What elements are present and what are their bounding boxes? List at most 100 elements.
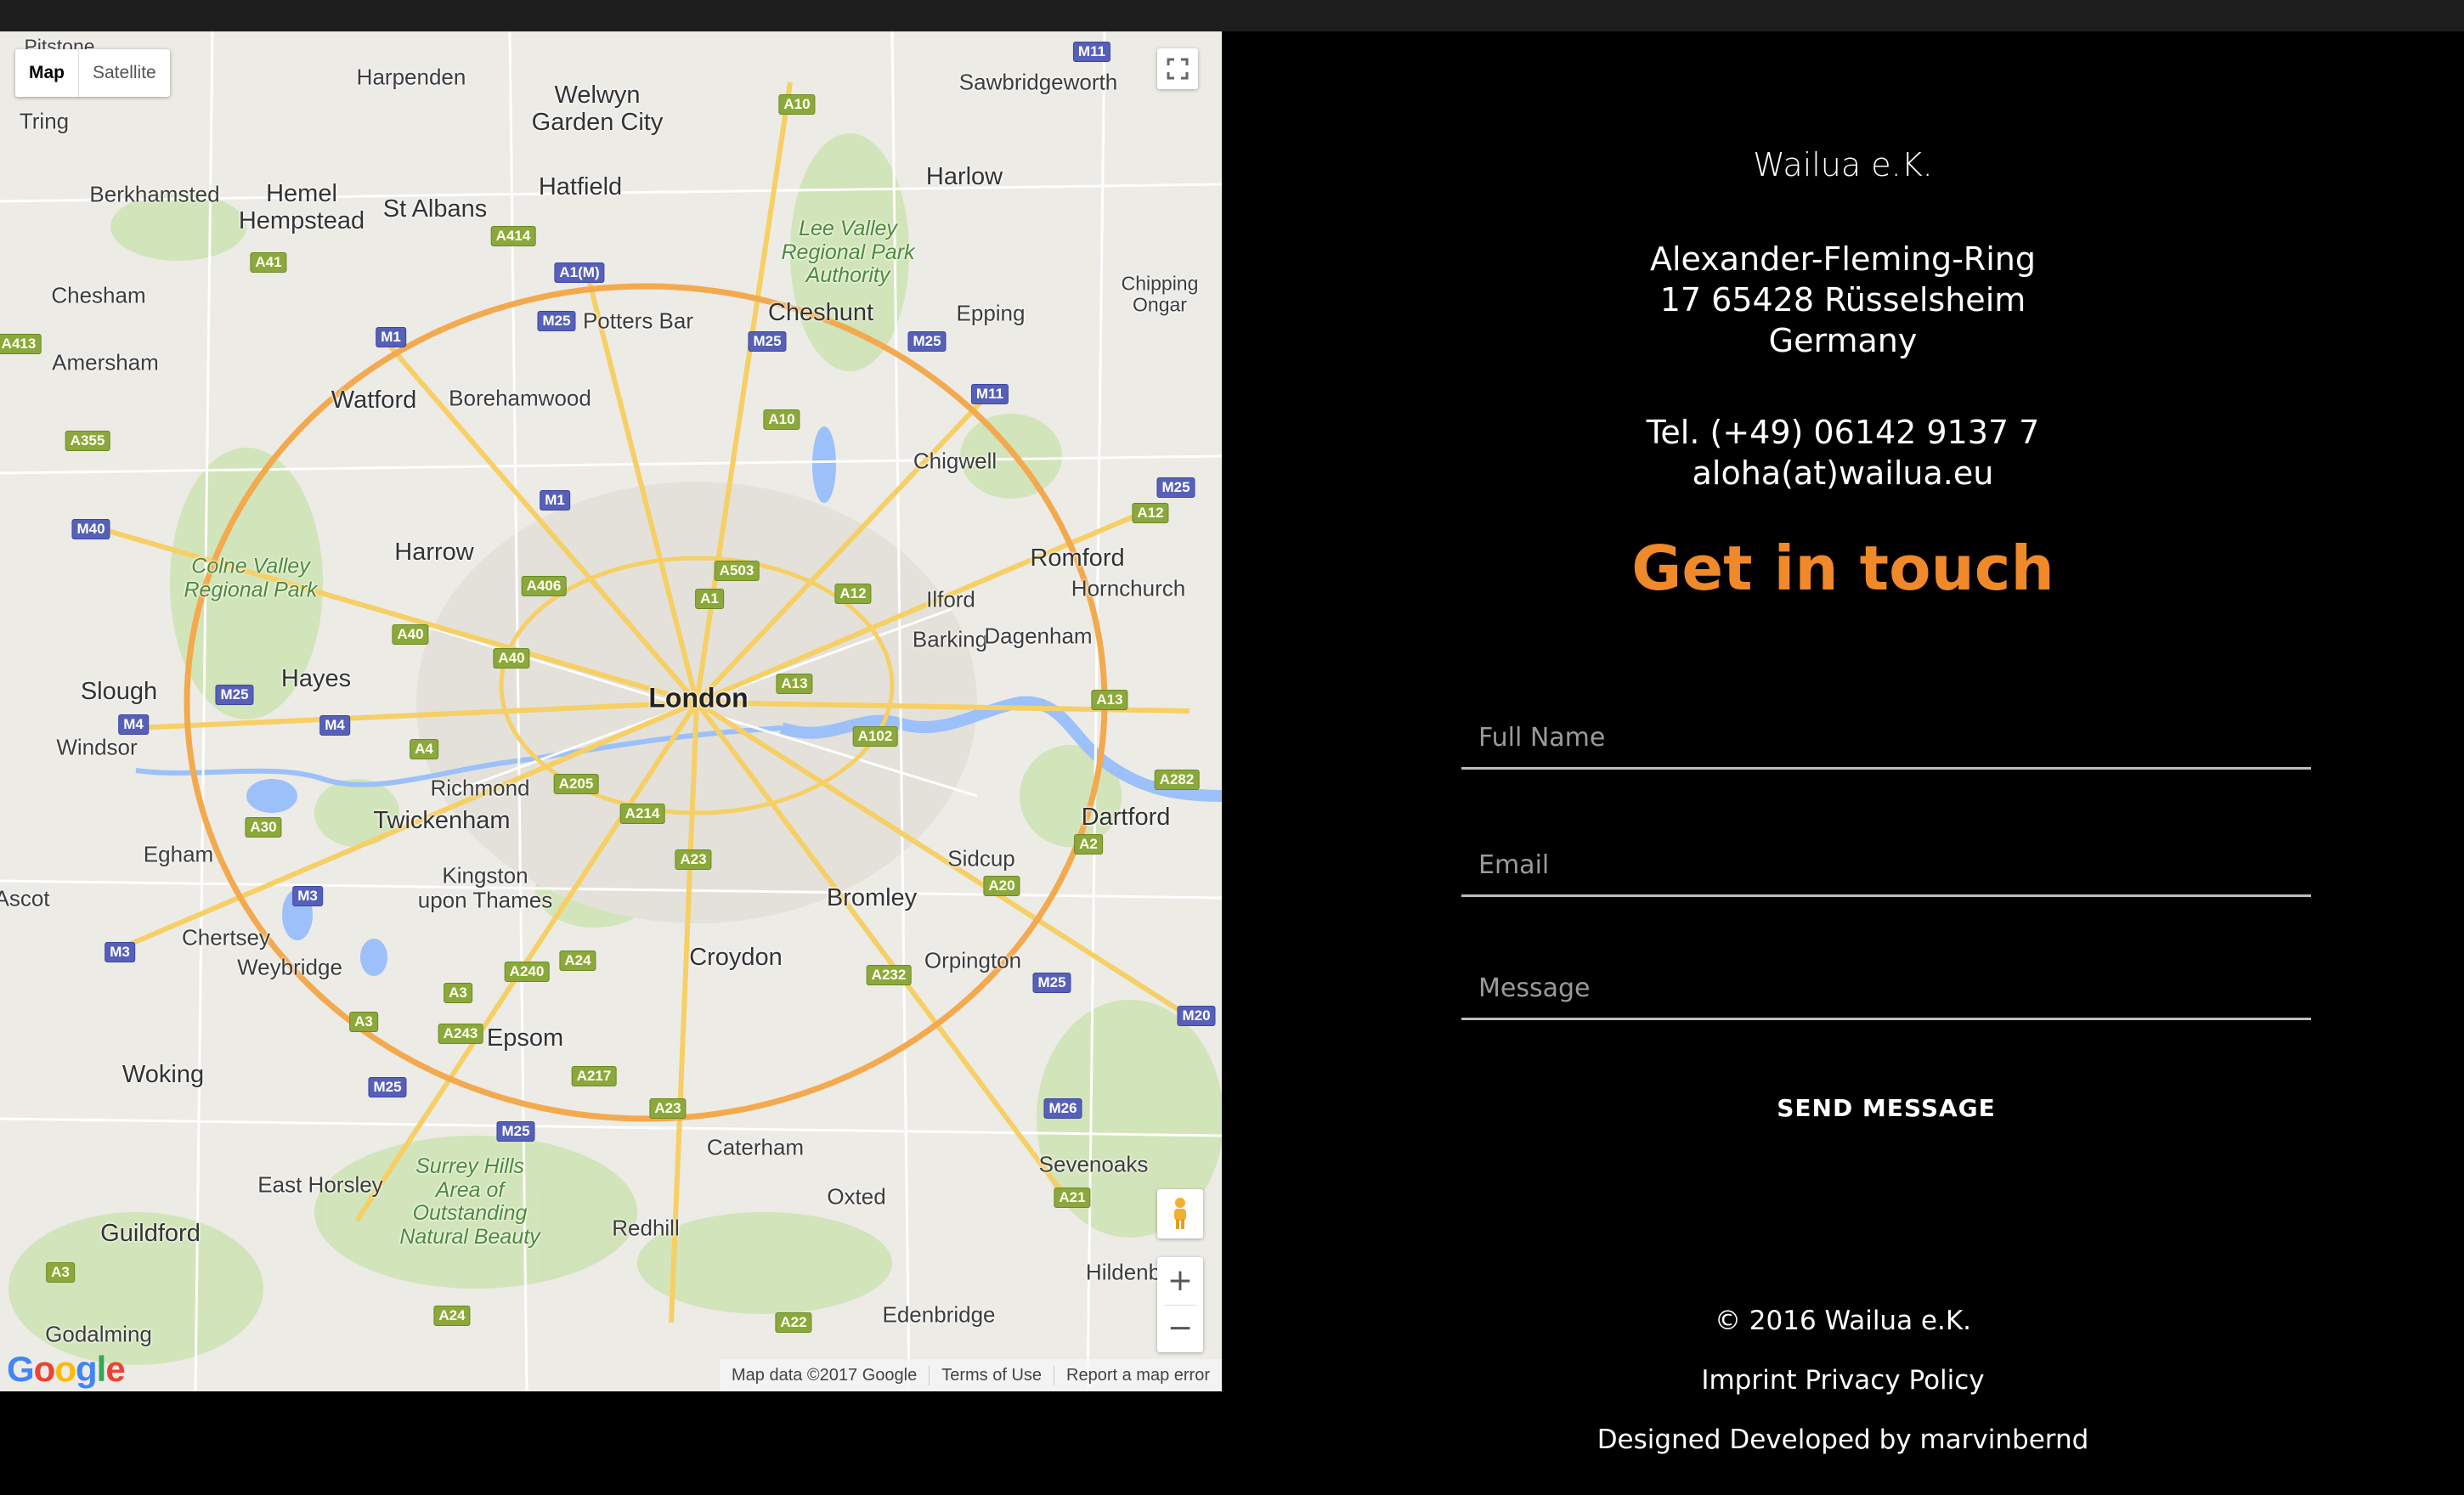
road-shield: A12 [834, 584, 872, 604]
logo-letter: G [7, 1349, 35, 1389]
author-link[interactable]: marvinbernd [1919, 1424, 2088, 1455]
place-label: Oxted [827, 1183, 886, 1210]
road-shield: A1(M) [554, 262, 605, 283]
place-label: Dagenham [984, 623, 1093, 649]
road-shield: M25 [1032, 973, 1071, 993]
browser-top-bar [0, 0, 2464, 31]
place-label: Welwyn Garden City [531, 82, 664, 136]
road-shield: M25 [907, 331, 947, 352]
place-label: Sidcup [947, 845, 1015, 872]
place-label: Sevenoaks [1038, 1151, 1149, 1177]
full-name-input[interactable] [1461, 708, 2311, 770]
contact-panel: Wailua e.K. Alexander-Fleming-Ring 17 65… [1222, 31, 2464, 1495]
imprint-link[interactable]: Imprint [1701, 1365, 1796, 1396]
place-label: Watford [331, 386, 417, 415]
road-shield: A30 [245, 817, 282, 838]
road-shield: A23 [649, 1098, 687, 1119]
map-base-layer[interactable] [0, 31, 1222, 1391]
road-shield: A406 [521, 576, 567, 596]
road-shield: M1 [540, 490, 570, 511]
place-label: Romford [1030, 544, 1125, 573]
road-shield: A10 [778, 94, 816, 115]
logo-letter: e [105, 1349, 125, 1389]
map-type-map-button[interactable]: Map [15, 49, 79, 97]
get-in-touch-heading: Get in touch [1631, 533, 2054, 604]
place-label: Lee Valley Regional Park Authority [781, 216, 915, 287]
logo-letter: g [75, 1349, 98, 1389]
address-country: Germany [1768, 322, 1918, 359]
email-input[interactable] [1461, 836, 2311, 897]
road-shield: A205 [553, 774, 599, 794]
road-shield: M25 [496, 1121, 535, 1142]
road-shield: A1 [695, 589, 724, 609]
place-label: Tring [19, 108, 70, 134]
place-label: Croydon [689, 944, 783, 972]
place-label: Hayes [280, 665, 352, 693]
place-label: Caterham [706, 1134, 805, 1160]
road-shield: M11 [1072, 42, 1111, 62]
place-label: Chipping Ongar [1121, 272, 1199, 316]
logo-letter: o [33, 1349, 56, 1389]
legal-links: Imprint Privacy Policy [1222, 1365, 2464, 1396]
road-shield: M4 [319, 715, 350, 736]
road-shield: M25 [368, 1077, 407, 1097]
place-label: Chertsey [181, 924, 271, 951]
place-label: Slough [80, 678, 158, 706]
map-type-satellite-button[interactable]: Satellite [79, 49, 170, 97]
copyright-text: © 2016 Wailua e.K. [1714, 1306, 1972, 1336]
place-label: Guildford [100, 1220, 201, 1248]
place-label: London [648, 682, 749, 714]
company-name: Wailua e.K. [1753, 146, 1933, 183]
place-label: Edenbridge [882, 1301, 996, 1328]
phone-number: Tel. (+49) 06142 9137 7 [1646, 414, 2040, 451]
road-shield: A3 [349, 1012, 378, 1032]
place-label: East Horsley [257, 1171, 383, 1198]
place-label: Harpenden [356, 64, 466, 90]
place-label: Chesham [51, 282, 146, 308]
place-label: Redhill [612, 1215, 680, 1241]
road-shield: M25 [1156, 477, 1195, 498]
zoom-in-button[interactable]: + [1157, 1257, 1203, 1305]
road-shield: A23 [675, 849, 712, 870]
zoom-out-button[interactable]: − [1157, 1305, 1203, 1352]
contact-details: Tel. (+49) 06142 9137 7 aloha(at)wailua.… [1222, 412, 2464, 494]
report-map-error-link[interactable]: Report a map error [1054, 1365, 1222, 1385]
road-shield: A13 [1091, 690, 1128, 710]
terms-of-use-link[interactable]: Terms of Use [929, 1365, 1054, 1385]
street-view-pegman-button[interactable] [1157, 1189, 1203, 1238]
road-shield: M25 [537, 311, 576, 331]
address-street: Alexander-Fleming-Ring [1650, 240, 2036, 278]
send-message-button[interactable]: SEND MESSAGE [1674, 1082, 2099, 1133]
zoom-control[interactable]: + − [1157, 1257, 1203, 1352]
email-address[interactable]: aloha(at)wailua.eu [1222, 453, 2464, 494]
road-shield: M1 [376, 327, 406, 347]
place-label: Hemel Hempstead [238, 180, 365, 234]
zoom-divider [1164, 1305, 1196, 1306]
place-label: Cheshunt [767, 299, 874, 327]
place-label: Ilford [926, 586, 975, 612]
place-label: Chigwell [913, 448, 997, 474]
message-input[interactable] [1461, 959, 2311, 1020]
place-label: Amersham [52, 349, 159, 375]
place-label: Hornchurch [1071, 575, 1186, 601]
road-shield: A102 [852, 726, 898, 747]
privacy-policy-link[interactable]: Privacy Policy [1805, 1365, 1984, 1396]
road-shield: A4 [410, 739, 438, 759]
place-label: Ascot [0, 885, 50, 911]
map-embed[interactable]: Pitstone Harpenden Welwyn Garden City Sawbr… [0, 31, 1222, 1391]
company-address: Alexander-Fleming-Ring 17 65428 Rüsselsh… [1222, 239, 2464, 361]
road-shield: A13 [776, 674, 813, 694]
map-type-control[interactable]: Map Satellite [15, 49, 170, 97]
road-shield: A3 [444, 983, 472, 1003]
road-shield: A24 [433, 1306, 471, 1326]
road-shield: A12 [1132, 503, 1169, 523]
road-shield: M25 [215, 685, 254, 705]
place-label: Weybridge [237, 954, 342, 980]
place-label: Egham [143, 841, 214, 867]
logo-letter: l [96, 1349, 107, 1389]
road-shield: M4 [118, 714, 149, 735]
fullscreen-button[interactable] [1157, 48, 1198, 89]
road-shield: M25 [748, 331, 787, 352]
place-label: Godalming [45, 1321, 152, 1347]
place-label: Barking [912, 626, 988, 652]
